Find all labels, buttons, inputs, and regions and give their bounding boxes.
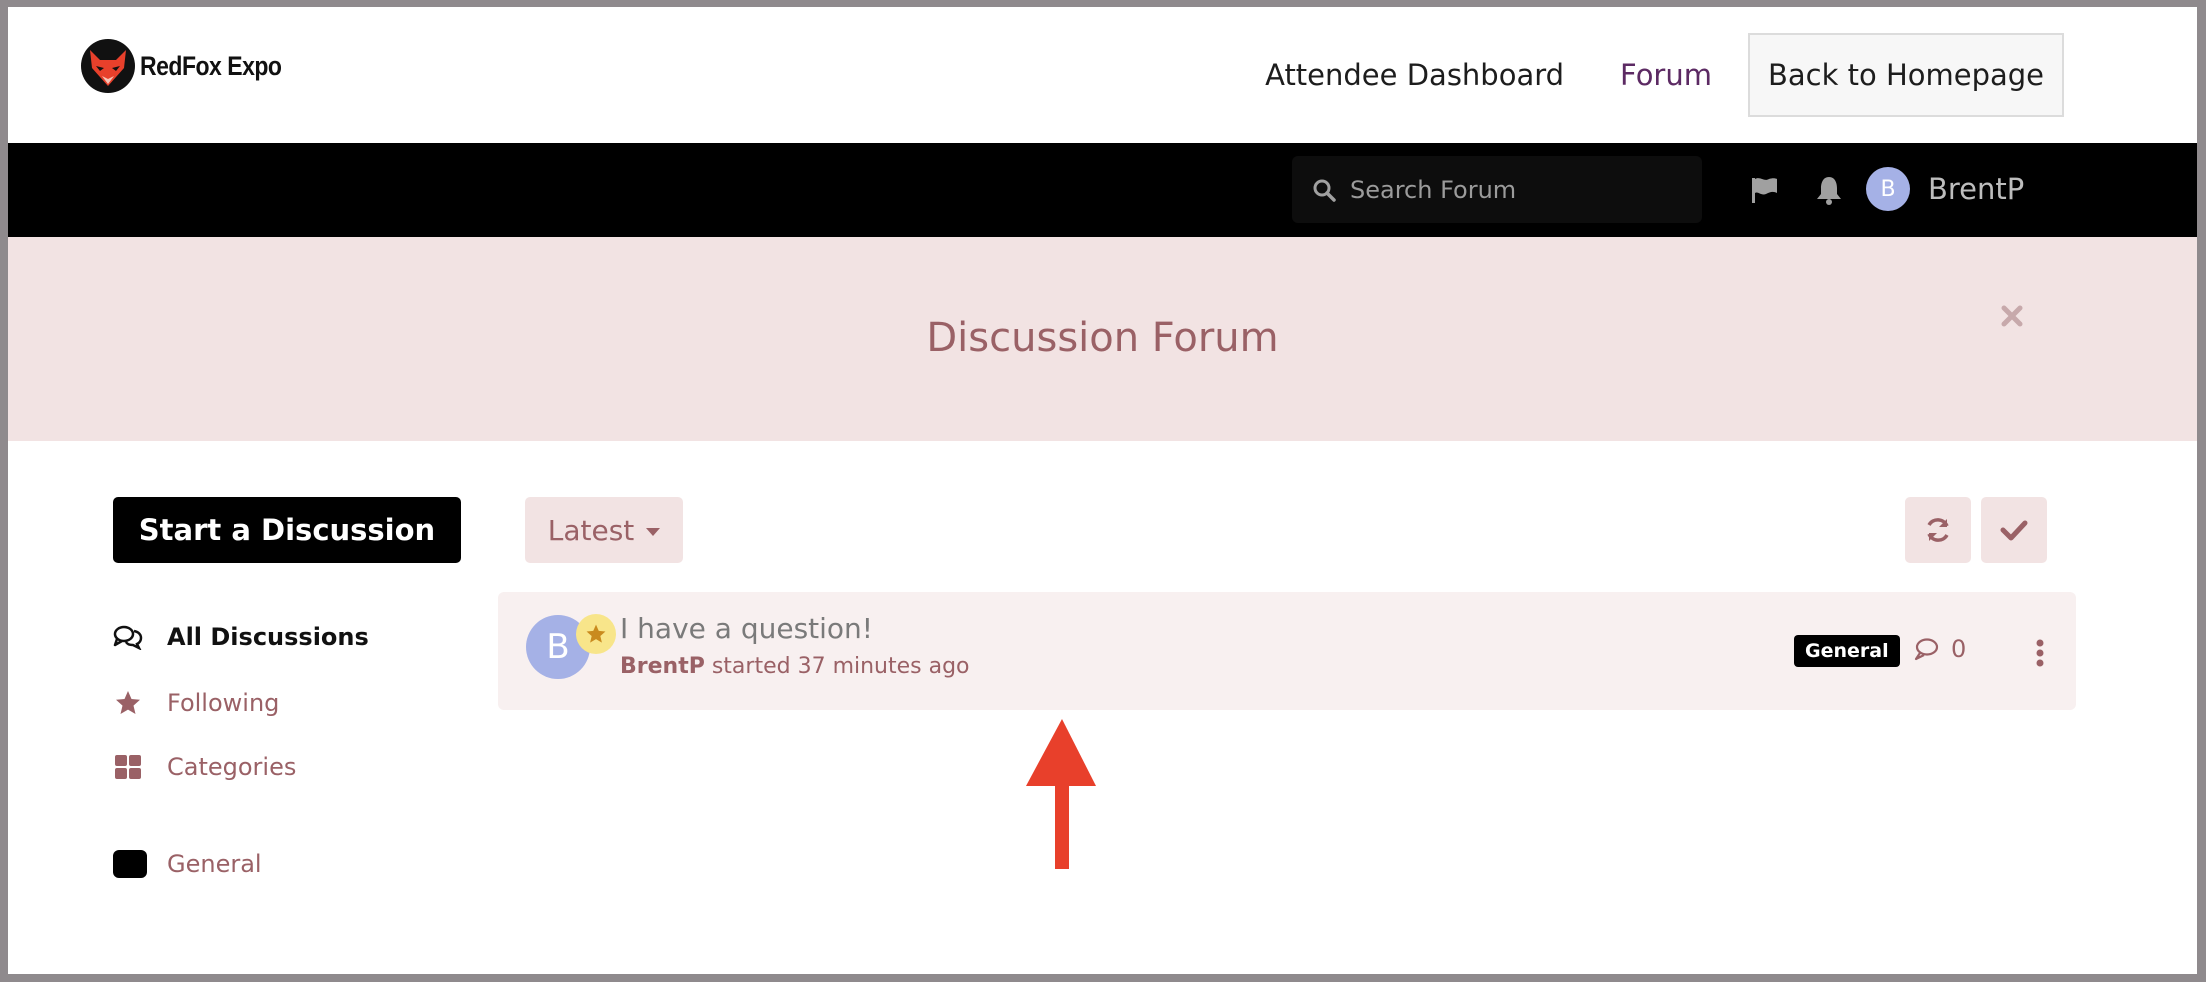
page-title: Discussion Forum (926, 315, 1279, 361)
sort-label: Latest (547, 513, 635, 547)
author-name[interactable]: BrentP (620, 654, 705, 679)
flag-icon[interactable] (1749, 175, 1779, 205)
site-logo[interactable]: RedFox Expo (80, 38, 282, 94)
check-icon (2000, 520, 2028, 541)
more-options-icon[interactable] (2034, 638, 2046, 668)
sidebar-item-label: All Discussions (167, 623, 369, 651)
reply-count-number: 0 (1951, 635, 1967, 663)
refresh-icon (1927, 518, 1949, 542)
tag-color-swatch (113, 849, 147, 879)
avatar: B (1866, 167, 1910, 211)
sidebar-item-categories[interactable]: Categories (113, 752, 296, 782)
reply-count: 0 (1913, 635, 1966, 663)
comments-icon (113, 622, 143, 652)
tag-badge[interactable]: General (1794, 635, 1900, 667)
start-discussion-button[interactable]: Start a Discussion (113, 497, 461, 563)
browser-frame: RedFox Expo Attendee Dashboard Forum Bac… (8, 7, 2197, 974)
chevron-down-icon (646, 527, 661, 536)
username: BrentP (1928, 172, 2025, 206)
sidebar-item-label: Categories (167, 753, 297, 781)
sidebar-item-all-discussions[interactable]: All Discussions (113, 622, 369, 652)
mark-all-read-button[interactable] (1981, 497, 2047, 563)
forum-header-bar: Search Forum B BrentP (8, 143, 2197, 237)
site-header: RedFox Expo Attendee Dashboard Forum Bac… (8, 7, 2197, 142)
sort-dropdown[interactable]: Latest (525, 497, 683, 563)
bell-icon[interactable] (1814, 175, 1844, 205)
star-badge-icon (576, 614, 616, 654)
nav-forum[interactable]: Forum (1620, 58, 1712, 92)
search-icon (1313, 179, 1336, 202)
discussion-meta: BrentP started 37 minutes ago (620, 654, 970, 679)
close-icon[interactable] (1999, 303, 2025, 329)
sidebar-tag-label: General (167, 850, 262, 878)
fox-logo-icon (81, 39, 135, 93)
nav-attendee-dashboard[interactable]: Attendee Dashboard (1265, 58, 1564, 92)
grid-icon (113, 752, 143, 782)
search-input[interactable]: Search Forum (1292, 156, 1702, 223)
comment-icon (1914, 638, 1939, 661)
sidebar-item-label: Following (167, 689, 280, 717)
top-nav: Attendee Dashboard Forum Back to Homepag… (1265, 33, 2064, 117)
back-to-homepage-button[interactable]: Back to Homepage (1748, 33, 2064, 117)
user-menu[interactable]: B BrentP (1866, 167, 2024, 211)
search-placeholder: Search Forum (1350, 175, 1517, 204)
discussion-list-item[interactable]: B I have a question! BrentP started 37 mi… (498, 592, 2076, 710)
discussion-title[interactable]: I have a question! (620, 612, 873, 645)
logo-text: RedFox Expo (140, 50, 282, 81)
annotation-arrow-icon (1026, 719, 1096, 869)
discussion-time: started 37 minutes ago (711, 654, 970, 679)
star-icon (113, 688, 143, 718)
sidebar-item-following[interactable]: Following (113, 688, 279, 718)
hero-banner: Discussion Forum (8, 237, 2197, 441)
refresh-button[interactable] (1905, 497, 1971, 563)
sidebar-tag-general[interactable]: General (113, 849, 262, 879)
